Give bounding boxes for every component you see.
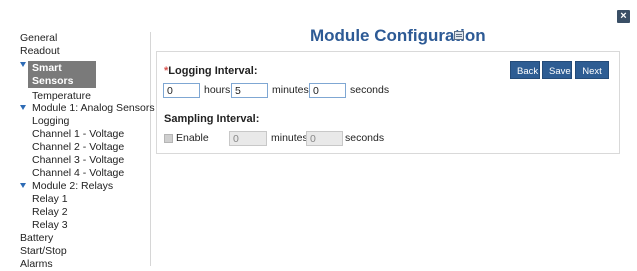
hours-unit-label: hours <box>204 84 231 96</box>
sidebar-item-start-stop[interactable]: Start/Stop <box>20 245 67 258</box>
enable-label: Enable <box>176 132 209 144</box>
sidebar-item-channel-4[interactable]: Channel 4 - Voltage <box>32 167 124 180</box>
sampling-minutes-unit-label: minutes <box>271 132 308 144</box>
sidebar-item-channel-3[interactable]: Channel 3 - Voltage <box>32 154 124 167</box>
seconds-unit-label: seconds <box>350 84 390 96</box>
back-button[interactable]: Back <box>510 61 540 79</box>
logging-interval-label: *Logging Interval: <box>164 65 258 77</box>
sampling-interval-label: Sampling Interval: <box>164 113 260 125</box>
logging-seconds-input[interactable] <box>309 83 346 98</box>
save-button[interactable]: Save <box>542 61 572 79</box>
sidebar-item-logging[interactable]: Logging <box>32 115 69 128</box>
sidebar-item-general[interactable]: General <box>20 32 57 45</box>
close-button[interactable]: × <box>617 10 630 23</box>
sidebar-item-relay-1[interactable]: Relay 1 <box>32 193 68 206</box>
sampling-minutes-input[interactable] <box>229 131 267 146</box>
config-panel: *Logging Interval: Back Save Next hours … <box>156 51 620 154</box>
minutes-unit-label: minutes <box>272 84 309 96</box>
sidebar-item-alarms[interactable]: Alarms <box>20 258 53 271</box>
sidebar-item-channel-1[interactable]: Channel 1 - Voltage <box>32 128 124 141</box>
expand-caret-icon[interactable] <box>20 62 26 67</box>
logging-hours-input[interactable] <box>163 83 200 98</box>
sidebar-item-relay-3[interactable]: Relay 3 <box>32 219 68 232</box>
logging-minutes-input[interactable] <box>231 83 268 98</box>
sampling-seconds-input[interactable] <box>306 131 343 146</box>
sidebar-nav: General Readout Smart Sensors Logging Te… <box>0 32 155 270</box>
expand-caret-icon[interactable] <box>20 183 26 188</box>
sidebar-item-module-1[interactable]: Module 1: Analog Sensors <box>32 102 155 115</box>
sidebar-item-module-2[interactable]: Module 2: Relays <box>32 180 113 193</box>
sidebar-item-relay-2[interactable]: Relay 2 <box>32 206 68 219</box>
next-button[interactable]: Next <box>575 61 609 79</box>
enable-checkbox[interactable] <box>164 134 173 143</box>
sidebar-item-readout[interactable]: Readout <box>20 45 60 58</box>
page-icon <box>454 31 464 40</box>
sampling-seconds-unit-label: seconds <box>345 132 385 144</box>
expand-caret-icon[interactable] <box>20 105 26 110</box>
sidebar-item-battery[interactable]: Battery <box>20 232 53 245</box>
sidebar-item-channel-2[interactable]: Channel 2 - Voltage <box>32 141 124 154</box>
logging-interval-text: Logging Interval: <box>168 65 258 77</box>
sidebar-item-smart-sensors-logging[interactable]: Smart Sensors Logging <box>28 61 96 99</box>
